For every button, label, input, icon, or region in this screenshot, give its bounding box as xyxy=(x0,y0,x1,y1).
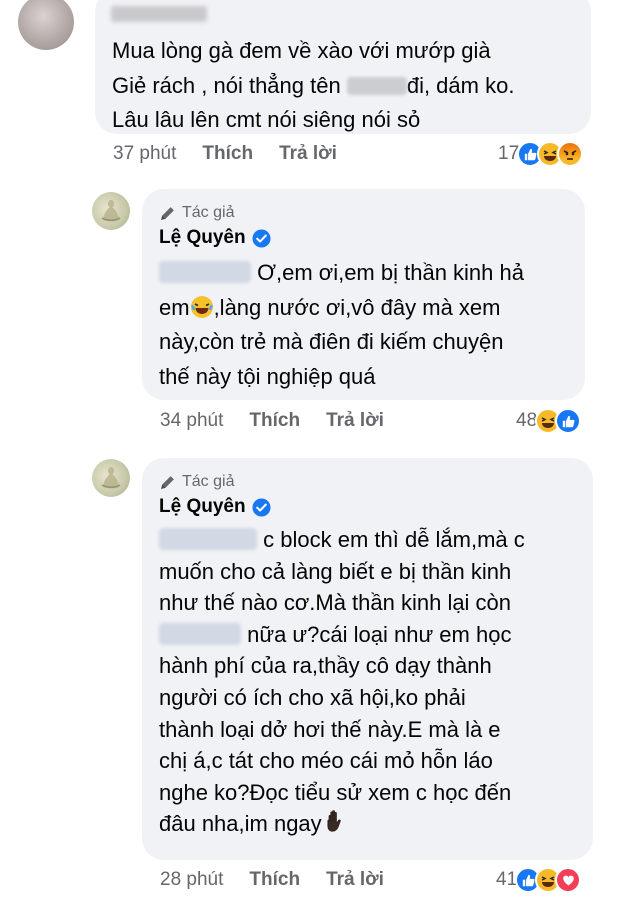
angry-icon xyxy=(557,141,584,167)
laughing-emoji-icon xyxy=(190,295,213,318)
timestamp[interactable]: 34 phút xyxy=(160,410,223,432)
love-icon xyxy=(555,867,582,893)
raised-hand-emoji-icon xyxy=(327,810,341,833)
reaction-count: 41 xyxy=(496,869,518,890)
timestamp[interactable]: 37 phút xyxy=(113,143,176,165)
like-button[interactable]: Thích xyxy=(202,143,253,165)
comment-actions: 34 phút Thích Trả lời xyxy=(160,410,410,432)
pencil-icon xyxy=(161,206,174,220)
verified-badge-icon xyxy=(252,228,271,248)
comment-actions: 28 phút Thích Trả lời xyxy=(160,869,410,891)
comment-actions: 37 phút Thích Trả lời xyxy=(113,143,363,165)
author-avatar[interactable] xyxy=(92,459,130,497)
comment-bubble: Tác giả Lệ Quyên Ơ,em ơi,em bị thần kinh… xyxy=(142,189,585,400)
blurred-name xyxy=(346,76,407,95)
reaction-count: 17 xyxy=(498,143,520,164)
reaction-count: 48 xyxy=(516,410,538,431)
reaction-summary[interactable]: 17 xyxy=(498,141,584,167)
blurred-word xyxy=(159,622,241,645)
pencil-icon xyxy=(161,475,174,489)
author-avatar[interactable] xyxy=(92,192,130,230)
author-name[interactable]: Lệ Quyên xyxy=(159,496,246,518)
author-badge: Tác giả xyxy=(159,203,271,223)
verified-badge-icon xyxy=(252,497,271,517)
like-button[interactable]: Thích xyxy=(249,869,300,891)
like-button[interactable]: Thích xyxy=(249,410,300,432)
author-name[interactable]: Lệ Quyên xyxy=(159,227,246,249)
commenter-avatar[interactable] xyxy=(18,0,74,50)
comment-bubble: Mua lòng gà đem về xào với mướp già Giẻ … xyxy=(95,0,591,134)
timestamp[interactable]: 28 phút xyxy=(160,869,223,891)
comment-text: Mua lòng gà đem về xào với mướp già Giẻ … xyxy=(112,38,515,132)
avatar-figure-icon xyxy=(101,467,121,489)
reply-button[interactable]: Trả lời xyxy=(326,869,384,891)
comment-text: c block em thì dễ lắm,mà c muốn cho cả l… xyxy=(159,527,525,837)
reply-button[interactable]: Trả lời xyxy=(326,410,384,432)
avatar-figure-icon xyxy=(101,200,121,222)
comment-bubble: Tác giả Lệ Quyên c block em thì dễ lắm,m… xyxy=(142,458,593,860)
reaction-summary[interactable]: 48 xyxy=(516,408,582,434)
like-icon xyxy=(555,408,582,434)
commenter-name-blurred[interactable] xyxy=(111,6,207,22)
reply-button[interactable]: Trả lời xyxy=(279,143,337,165)
comment-text: Ơ,em ơi,em bị thần kinh hả em ,làng nước … xyxy=(159,260,524,389)
reaction-summary[interactable]: 41 xyxy=(496,867,582,893)
author-badge: Tác giả xyxy=(159,472,271,492)
mention-blurred[interactable] xyxy=(159,261,251,283)
mention-blurred[interactable] xyxy=(159,528,257,550)
